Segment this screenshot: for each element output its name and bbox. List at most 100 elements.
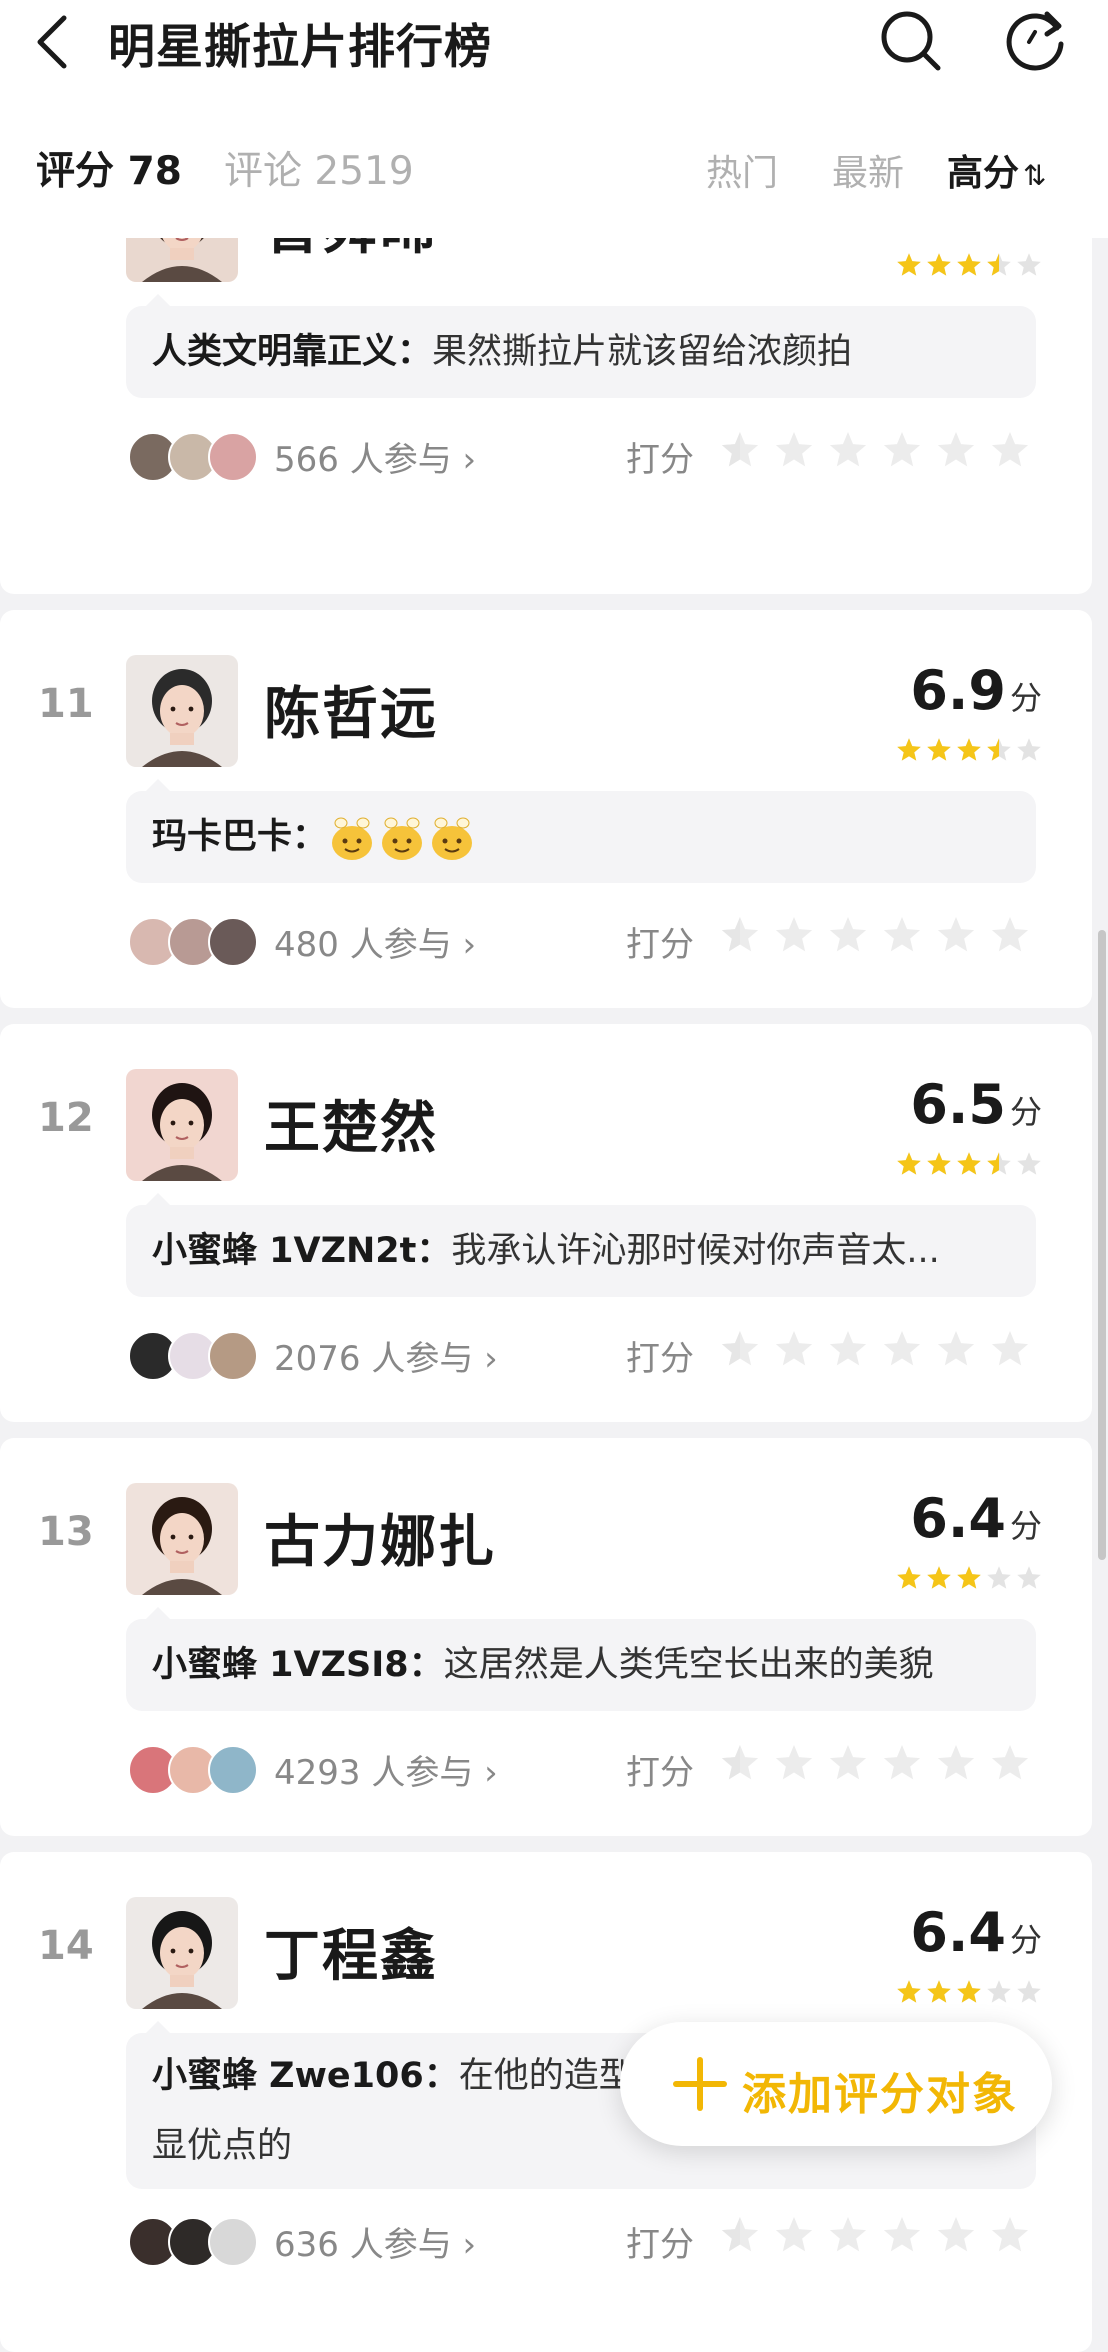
celebrity-avatar[interactable] xyxy=(126,655,238,767)
comment-username: 玛卡巴卡： xyxy=(152,817,328,857)
participants-link[interactable]: 2076 人参与 › xyxy=(274,1331,498,1380)
rate-star-icon[interactable] xyxy=(936,430,976,470)
star-icon xyxy=(927,1980,951,2003)
star-icon xyxy=(897,1980,921,2003)
rate-star-icon[interactable] xyxy=(828,430,868,470)
ranking-card[interactable]: 11 陈哲远 6.9 分玛卡巴卡： 480 人参与 › 打分 xyxy=(0,610,1092,1008)
star-icon xyxy=(957,1980,981,2003)
rate-stars-input[interactable] xyxy=(720,915,1030,955)
sort-high-label: 高分 xyxy=(947,153,1020,194)
rate-stars-input[interactable] xyxy=(720,1743,1030,1783)
comment-text: 果然撕拉片就该留给浓颜拍 xyxy=(432,332,853,372)
rate-star-icon[interactable] xyxy=(828,2215,868,2255)
celebrity-avatar[interactable] xyxy=(126,1069,238,1181)
rate-star-icon[interactable] xyxy=(720,430,760,470)
refresh-button[interactable] xyxy=(1001,6,1071,76)
rate-star-icon[interactable] xyxy=(828,1329,868,1369)
celebrity-name[interactable]: 古力娜扎 xyxy=(264,1497,496,1578)
score-value: 6.9 xyxy=(910,659,1006,722)
top-comment[interactable]: 小蜜蜂 1VZSI8：这居然是人类凭空长出来的美貌 xyxy=(126,1607,1036,1711)
participants-link[interactable]: 566 人参与 › xyxy=(274,432,476,481)
rate-star-icon[interactable] xyxy=(774,915,814,955)
star-icon xyxy=(897,1152,921,1175)
top-comment[interactable]: 人类文明靠正义：果然撕拉片就该留给浓颜拍 xyxy=(126,294,1036,398)
tab-score[interactable]: 评分 78 xyxy=(36,140,182,196)
bee-emoji-icon xyxy=(382,817,423,860)
scrollbar[interactable] xyxy=(1098,930,1106,1560)
rate-stars-input[interactable] xyxy=(720,1329,1030,1369)
tab-comment[interactable]: 评论 2519 xyxy=(224,140,414,196)
score-stars xyxy=(896,1979,1042,2005)
score-unit: 分 xyxy=(1009,1093,1042,1131)
sort-toggle-icon: ⇅ xyxy=(1023,159,1047,192)
rank-number: 12 xyxy=(38,1095,94,1141)
rate-star-icon[interactable] xyxy=(990,1743,1030,1783)
score-stars xyxy=(896,1565,1042,1591)
rate-star-icon[interactable] xyxy=(990,915,1030,955)
rate-star-icon[interactable] xyxy=(774,1743,814,1783)
rate-star-icon[interactable] xyxy=(990,1329,1030,1369)
score-unit: 分 xyxy=(1009,1921,1042,1959)
chevron-left-icon xyxy=(37,15,67,69)
rate-star-icon[interactable] xyxy=(936,1743,976,1783)
rate-star-icon[interactable] xyxy=(882,2215,922,2255)
celebrity-avatar[interactable] xyxy=(126,1483,238,1595)
star-icon xyxy=(927,1152,951,1175)
rate-stars-input[interactable] xyxy=(720,2215,1030,2255)
star-icon xyxy=(927,738,951,761)
rate-star-icon[interactable] xyxy=(882,1329,922,1369)
rate-star-icon[interactable] xyxy=(990,430,1030,470)
rate-star-icon[interactable] xyxy=(828,915,868,955)
rate-star-icon[interactable] xyxy=(882,915,922,955)
ranking-card[interactable]: 12 王楚然 6.5 分小蜜蜂 1VZN2t：我承认许沁那时候对你声音太... 2076… xyxy=(0,1024,1092,1422)
participants-link[interactable]: 636 人参与 › xyxy=(274,2217,476,2266)
rate-star-icon[interactable] xyxy=(936,1329,976,1369)
rate-star-icon[interactable] xyxy=(720,915,760,955)
rank-number: 13 xyxy=(38,1509,94,1555)
comment-username: 小蜜蜂 1VZSI8： xyxy=(152,1645,444,1685)
sort-hot[interactable]: 热门 xyxy=(706,144,778,196)
add-rating-target-button[interactable]: 添加评分对象 xyxy=(620,2022,1052,2146)
search-icon xyxy=(881,11,941,71)
rate-star-icon[interactable] xyxy=(828,1743,868,1783)
sort-newest[interactable]: 最新 xyxy=(832,144,904,196)
top-comment[interactable]: 小蜜蜂 1VZN2t：我承认许沁那时候对你声音太... xyxy=(126,1193,1036,1297)
score-value: 6.4 xyxy=(910,1901,1006,1964)
score-unit: 分 xyxy=(1009,679,1042,717)
bee-emoji-icon xyxy=(332,817,373,860)
participant-avatar xyxy=(208,1745,258,1795)
celebrity-name[interactable]: 丁程鑫 xyxy=(264,1911,438,1992)
rate-star-icon[interactable] xyxy=(936,915,976,955)
participants-link[interactable]: 4293 人参与 › xyxy=(274,1745,498,1794)
card-footer: 566 人参与 › 打分 xyxy=(126,430,1046,482)
top-comment[interactable]: 玛卡巴卡： xyxy=(126,779,1036,883)
bee-emoji-icon xyxy=(432,817,473,860)
rate-stars-input[interactable] xyxy=(720,430,1030,470)
page-title: 明星撕拉片排行榜 xyxy=(108,20,492,75)
rate-star-icon[interactable] xyxy=(774,1329,814,1369)
rate-star-icon[interactable] xyxy=(720,2215,760,2255)
rate-star-icon[interactable] xyxy=(774,2215,814,2255)
rate-star-icon[interactable] xyxy=(720,1329,760,1369)
rate-star-icon[interactable] xyxy=(720,1743,760,1783)
search-button[interactable] xyxy=(876,6,946,76)
back-button[interactable] xyxy=(22,12,92,72)
score-display: 6.9分 xyxy=(910,659,1042,722)
sort-high[interactable]: 高分 ⇅ xyxy=(947,144,1046,196)
comment-text: 这居然是人类凭空长出来的美貌 xyxy=(443,1645,934,1685)
star-icon xyxy=(927,253,951,276)
ranking-card[interactable]: 13 古力娜扎 6.4 分小蜜蜂 1VZSI8：这居然是人类凭空长出来的美貌 4293 … xyxy=(0,1438,1092,1836)
celebrity-name[interactable]: 陈哲远 xyxy=(264,669,438,750)
rate-star-icon[interactable] xyxy=(882,1743,922,1783)
participant-avatars xyxy=(128,1743,260,1795)
card-footer: 2076 人参与 › 打分 xyxy=(126,1329,1046,1381)
rank-number: 14 xyxy=(38,1923,94,1969)
rate-star-icon[interactable] xyxy=(990,2215,1030,2255)
participants-link[interactable]: 480 人参与 › xyxy=(274,917,476,966)
celebrity-avatar[interactable] xyxy=(126,1897,238,2009)
star-icon xyxy=(897,253,921,276)
rate-star-icon[interactable] xyxy=(936,2215,976,2255)
rate-star-icon[interactable] xyxy=(882,430,922,470)
rate-star-icon[interactable] xyxy=(774,430,814,470)
celebrity-name[interactable]: 王楚然 xyxy=(264,1083,438,1164)
